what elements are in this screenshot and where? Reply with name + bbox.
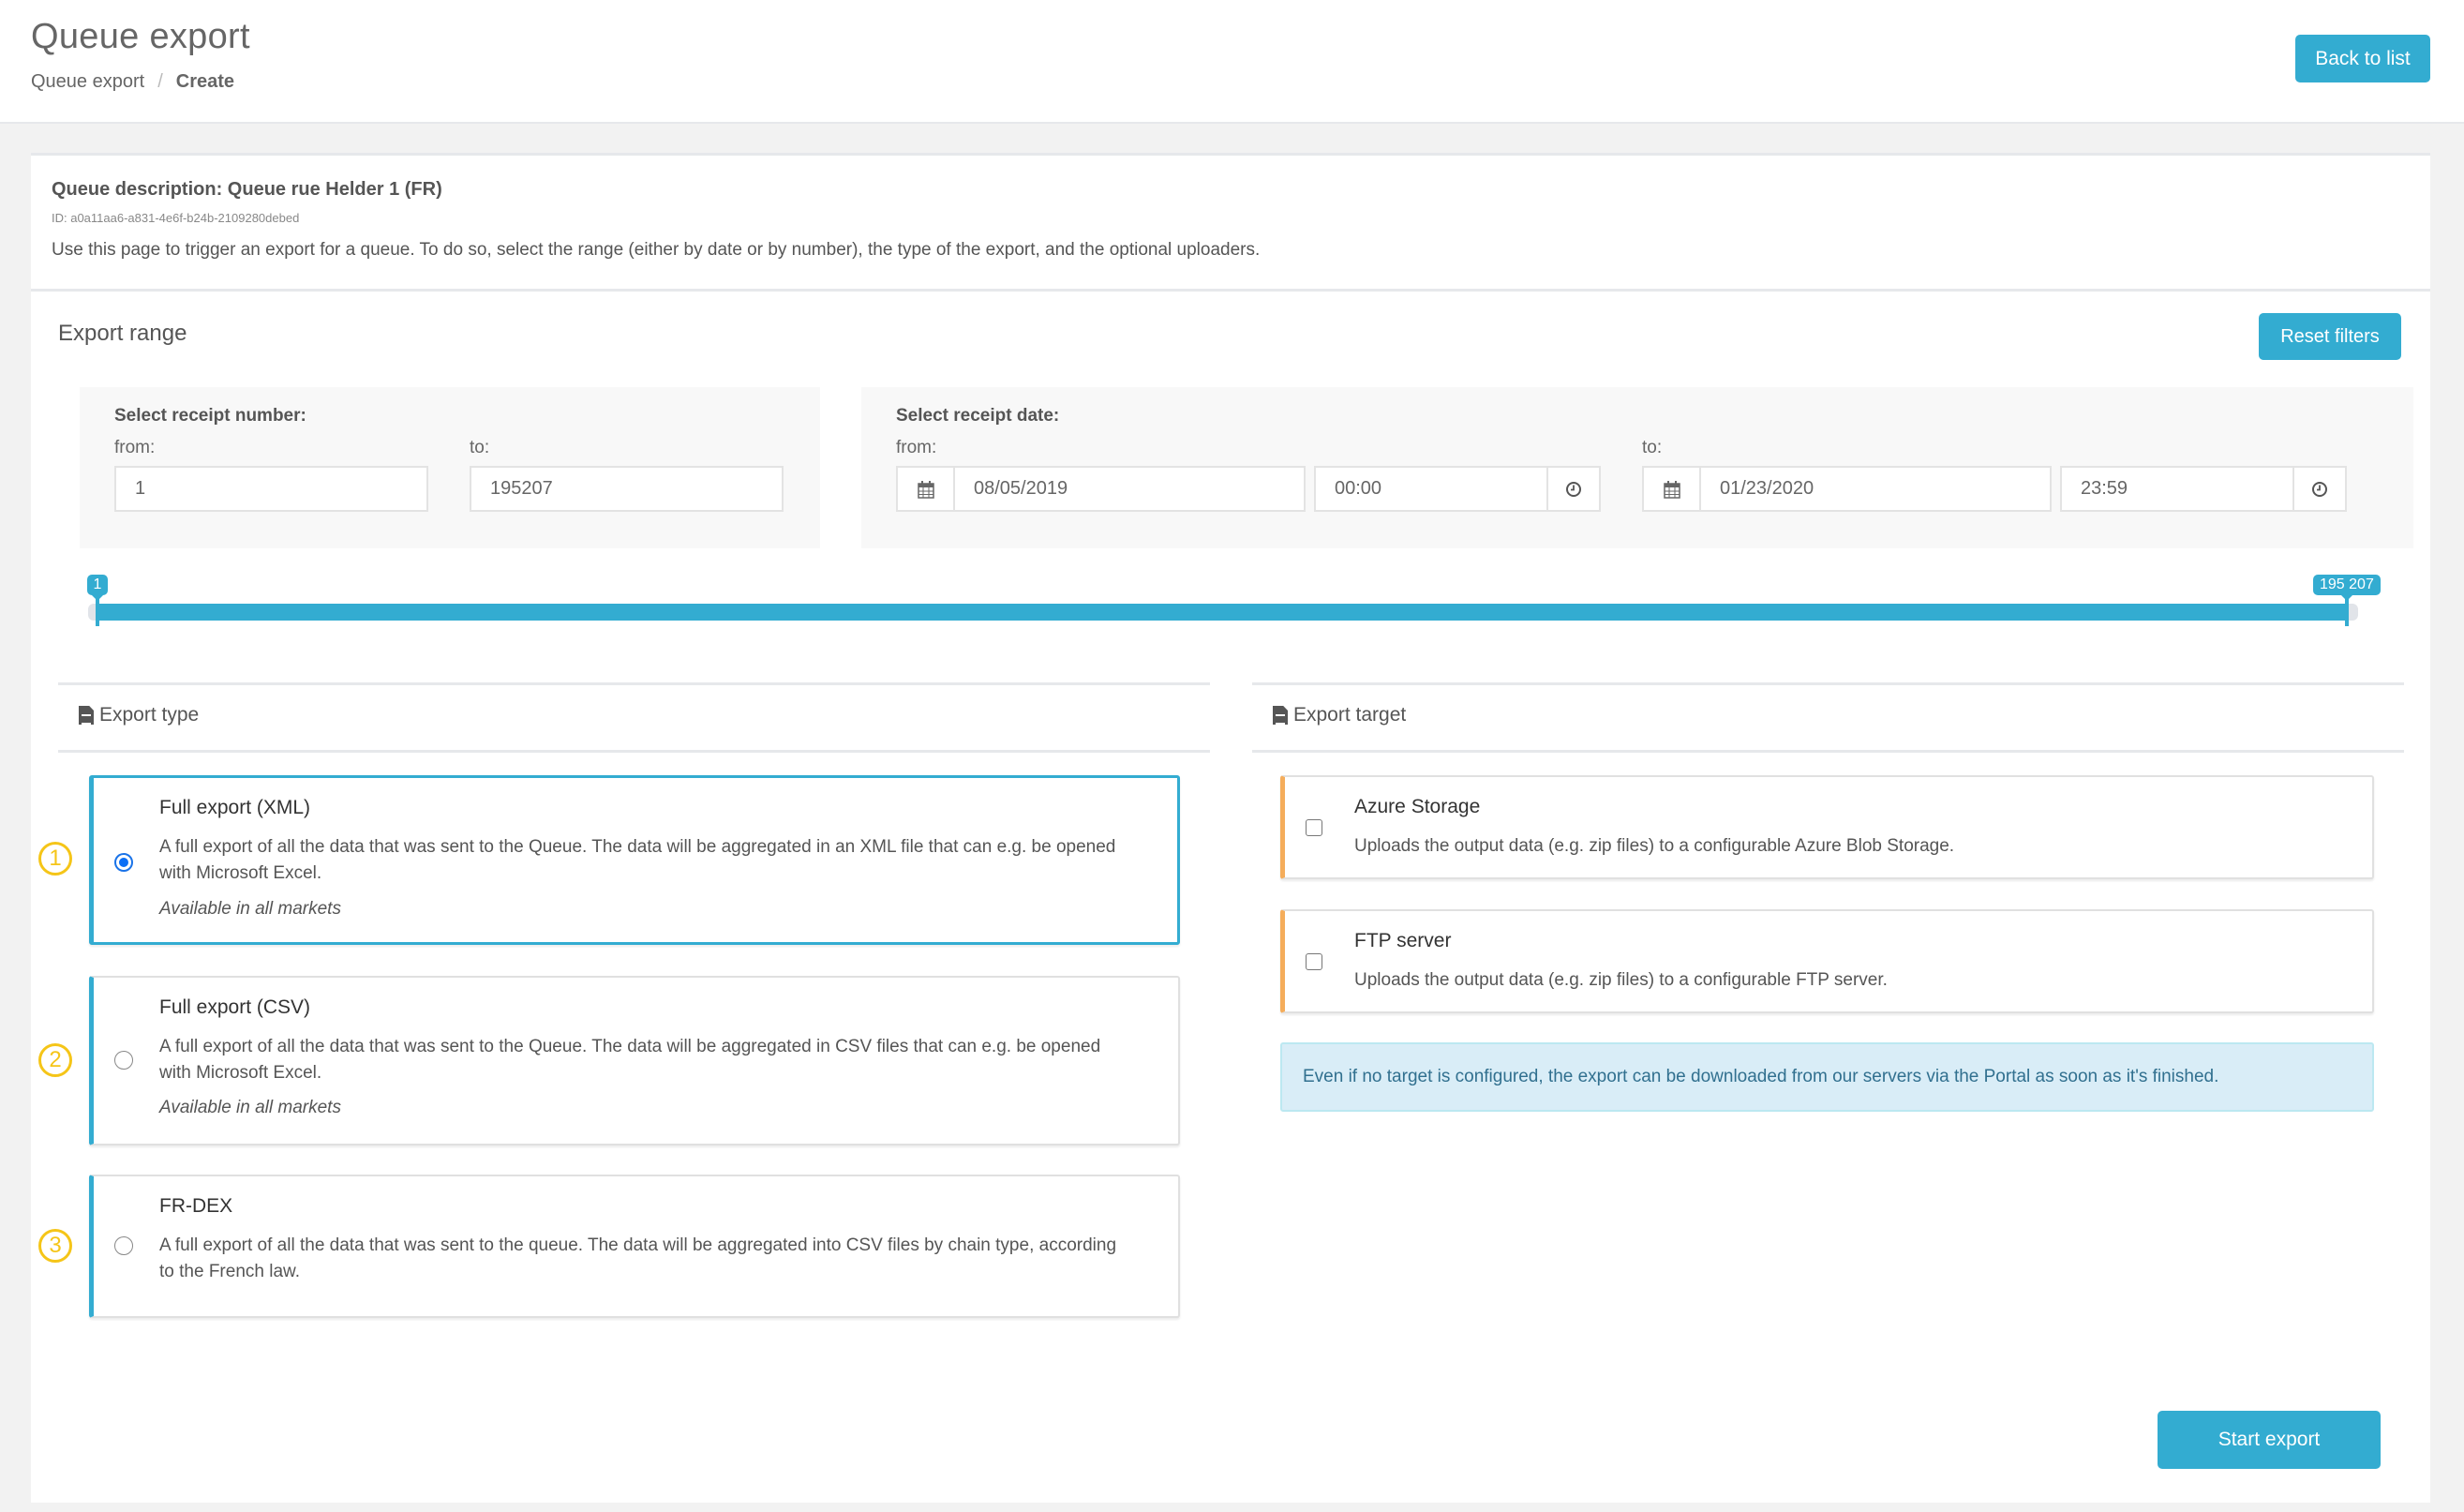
export-target-title: Export target	[1293, 704, 1407, 726]
from-time-clock-button[interactable]	[1546, 466, 1601, 512]
file-icon	[79, 706, 94, 725]
breadcrumb-separator: /	[157, 71, 163, 92]
clock-icon	[1566, 481, 1581, 497]
reset-filters-button[interactable]: Reset filters	[2259, 313, 2401, 360]
option-title: Full export (CSV)	[159, 996, 311, 1018]
date-to-label: to:	[1642, 438, 1663, 457]
export-type-divider-top	[58, 682, 1210, 685]
from-date-calendar-button[interactable]	[896, 466, 955, 512]
option-description: A full export of all the data that was s…	[159, 837, 1116, 883]
main-card: Queue description: Queue rue Helder 1 (F…	[31, 153, 2430, 1503]
breadcrumb-item-create: Create	[175, 71, 235, 92]
export-target-divider-bottom	[1252, 750, 2404, 753]
page-header: Queue export Queue export / Create Back …	[0, 0, 2464, 124]
queue-id: ID: a0a11aa6-a831-4e6f-b24b-2109280debed	[52, 211, 300, 225]
range-slider-selection	[97, 604, 2347, 621]
calendar-icon	[1663, 480, 1680, 499]
target-title: Azure Storage	[1354, 796, 1481, 817]
target-title: FTP server	[1354, 930, 1452, 951]
file-icon	[1273, 706, 1288, 725]
export-target-header: Export target	[1273, 704, 1406, 726]
export-type-header: Export type	[79, 704, 199, 726]
receipt-date-filter: Select receipt date: from: to: 08/05/201…	[861, 387, 2413, 548]
receipt-number-filter: Select receipt number: from: to: 1 19520…	[80, 387, 820, 548]
receipt-number-label: Select receipt number:	[114, 406, 306, 426]
xml-radio[interactable]	[114, 853, 133, 872]
to-time-input[interactable]: 23:59	[2060, 466, 2294, 512]
export-type-title: Export type	[99, 704, 200, 726]
option-title: Full export (XML)	[159, 797, 311, 818]
export-type-option-xml[interactable]: Full export (XML) A full export of all t…	[89, 775, 1180, 945]
info-alert: Even if no target is configured, the exp…	[1280, 1042, 2374, 1112]
from-time-input[interactable]: 00:00	[1314, 466, 1548, 512]
fr-dex-radio[interactable]	[114, 1236, 133, 1255]
number-to-label: to:	[470, 438, 490, 457]
option-description: A full export of all the data that was s…	[159, 1037, 1101, 1083]
number-from-label: from:	[114, 438, 156, 457]
export-target-divider-top	[1252, 682, 2404, 685]
date-from-label: from:	[896, 438, 937, 457]
target-description: Uploads the output data (e.g. zip files)…	[1354, 970, 1888, 990]
option-note: Available in all markets	[159, 899, 341, 919]
option-title: FR-DEX	[159, 1195, 233, 1217]
option-description: A full export of all the data that was s…	[159, 1235, 1117, 1281]
export-range-title: Export range	[58, 321, 187, 346]
from-date-input[interactable]: 08/05/2019	[953, 466, 1306, 512]
to-date-input[interactable]: 01/23/2020	[1699, 466, 2052, 512]
csv-radio[interactable]	[114, 1051, 133, 1070]
export-type-divider-bottom	[58, 750, 1210, 753]
target-description: Uploads the output data (e.g. zip files)…	[1354, 836, 1955, 856]
range-slider-high-label: 195 207	[2313, 575, 2381, 601]
to-date-calendar-button[interactable]	[1642, 466, 1701, 512]
export-target-ftp-server[interactable]: FTP server Uploads the output data (e.g.…	[1280, 909, 2374, 1013]
receipt-number-to-input[interactable]: 195207	[470, 466, 784, 512]
export-type-option-fr-dex[interactable]: FR-DEX A full export of all the data tha…	[89, 1175, 1180, 1318]
start-export-button[interactable]: Start export	[2158, 1411, 2381, 1469]
range-slider-high-handle[interactable]	[2345, 598, 2349, 626]
page-title: Queue export	[31, 17, 250, 56]
ftp-server-checkbox[interactable]	[1306, 953, 1322, 970]
back-to-list-button[interactable]: Back to list	[2295, 35, 2430, 82]
range-slider-low-label: 1	[86, 575, 109, 601]
queue-description: Queue description: Queue rue Helder 1 (F…	[52, 179, 442, 200]
breadcrumb-item-queue-export[interactable]: Queue export	[31, 71, 144, 93]
to-time-clock-button[interactable]	[2292, 466, 2347, 512]
calendar-icon	[917, 480, 934, 499]
option-number-badge: 2	[38, 1043, 72, 1077]
receipt-number-from-input[interactable]: 1	[114, 466, 428, 512]
instructions-text: Use this page to trigger an export for a…	[52, 240, 1261, 260]
azure-storage-checkbox[interactable]	[1306, 819, 1322, 836]
option-note: Available in all markets	[159, 1098, 341, 1117]
clock-icon	[2312, 481, 2327, 497]
export-target-azure-storage[interactable]: Azure Storage Uploads the output data (e…	[1280, 775, 2374, 879]
breadcrumb: Queue export / Create	[31, 71, 234, 93]
divider	[31, 289, 2430, 292]
export-type-option-csv[interactable]: Full export (CSV) A full export of all t…	[89, 976, 1180, 1145]
option-number-badge: 1	[38, 842, 72, 876]
range-slider-low-handle[interactable]	[96, 598, 99, 626]
option-number-badge: 3	[38, 1229, 72, 1263]
receipt-date-label: Select receipt date:	[896, 406, 1060, 426]
